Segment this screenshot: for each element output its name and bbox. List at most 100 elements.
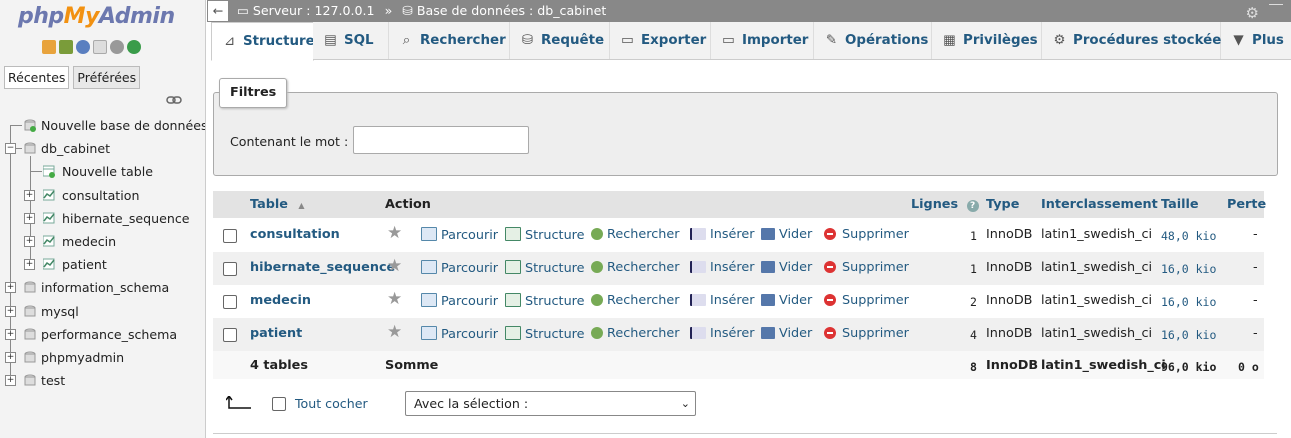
help-icon[interactable]: ? [966,200,979,212]
tab-structure[interactable]: ⊿ Structure [211,22,315,61]
favorite-star-icon[interactable]: ★ [387,223,402,243]
tab-more[interactable]: ▼ Plus [1221,22,1291,59]
empty-action[interactable]: Vider [761,293,812,308]
col-size[interactable]: Taille [1161,197,1199,212]
table-name-link[interactable]: medecin [250,293,311,308]
row-checkbox[interactable] [223,262,237,276]
search-icon [591,228,603,240]
expand-icon[interactable]: + [5,375,16,387]
privileges-icon: ▦ [943,33,956,48]
phpmyadmin-logo[interactable]: phpMyAdmin [18,4,175,29]
tree-new-database[interactable]: Nouvelle base de données [0,114,205,137]
tab-privileges[interactable]: ▦ Privilèges [932,22,1042,59]
search-action[interactable]: Rechercher [591,326,679,341]
tab-export[interactable]: ▭ Exporter [610,22,711,59]
logout-icon[interactable] [59,40,73,54]
collapse-top-icon[interactable]: ⎺ [1269,0,1283,22]
with-selected-select[interactable]: Avec la sélection : ⌄ [405,391,696,416]
expand-icon[interactable]: + [24,259,35,271]
drop-action[interactable]: Supprimer [824,326,909,341]
search-action[interactable]: Rechercher [591,227,679,242]
insert-action[interactable]: Insérer [690,227,755,242]
browse-action[interactable]: Parcourir [421,227,498,243]
browse-action[interactable]: Parcourir [421,260,498,276]
insert-icon [690,261,706,273]
table-name-link[interactable]: consultation [250,227,340,242]
table-icon [43,212,55,224]
empty-action[interactable]: Vider [761,260,812,275]
empty-action[interactable]: Vider [761,326,812,341]
check-all-checkbox[interactable] [272,397,286,411]
favorite-star-icon[interactable]: ★ [387,322,402,342]
breadcrumb-server[interactable]: Serveur : 127.0.0.1 [253,3,375,18]
expand-icon[interactable]: + [24,189,35,201]
drop-action[interactable]: Supprimer [824,260,909,275]
back-arrow-icon[interactable]: ← [207,0,229,22]
insert-action[interactable]: Insérer [690,260,755,275]
row-checkbox[interactable] [223,328,237,342]
insert-action[interactable]: Insérer [690,326,755,341]
expand-icon[interactable]: + [24,235,35,247]
expand-icon[interactable]: + [5,282,16,294]
check-all-label[interactable]: Tout cocher [295,396,368,411]
browse-action[interactable]: Parcourir [421,326,498,342]
help-icon[interactable] [76,40,90,54]
favorite-star-icon[interactable]: ★ [387,256,402,276]
structure-action[interactable]: Structure [505,260,585,276]
database-icon: ⛁ [402,3,413,18]
drop-action[interactable]: Supprimer [824,227,909,242]
tree-db-item[interactable]: + phpmyadmin [0,346,205,369]
search-icon [591,294,603,306]
row-checkbox[interactable] [223,295,237,309]
collapse-icon[interactable]: − [5,143,16,155]
link-icon[interactable] [166,95,182,105]
tab-import[interactable]: ▭ Importer [711,22,814,59]
expand-icon[interactable]: + [24,212,35,224]
tab-routines[interactable]: ⚙ Procédures stockées [1042,22,1229,59]
expand-icon[interactable]: + [5,328,16,340]
favorite-star-icon[interactable]: ★ [387,289,402,309]
expand-icon[interactable]: + [5,305,16,317]
tab-recent[interactable]: Récentes [4,66,70,89]
tab-operations[interactable]: ✎ Opérations [814,22,932,59]
tab-search[interactable]: ⌕ Rechercher [389,22,510,59]
expand-icon[interactable]: + [5,351,16,363]
insert-icon [690,228,706,240]
settings-icon[interactable] [110,40,124,54]
docs-icon[interactable] [93,40,107,54]
reload-icon[interactable] [127,40,141,54]
search-action[interactable]: Rechercher [591,293,679,308]
col-rows[interactable]: Lignes ? [911,197,979,212]
home-icon[interactable] [42,40,56,54]
col-type[interactable]: Type [986,197,1019,212]
tab-sql[interactable]: ▤ SQL [313,22,389,59]
structure-action[interactable]: Structure [505,227,585,243]
structure-action[interactable]: Structure [505,326,585,342]
structure-icon [505,326,521,340]
col-collation[interactable]: Interclassement [1041,197,1158,212]
col-table[interactable]: Table ▲ [250,197,305,212]
row-checkbox[interactable] [223,229,237,243]
tree-db-item[interactable]: + performance_schema [0,323,205,346]
empty-icon [761,294,775,306]
gear-icon[interactable]: ⚙ [1246,2,1259,24]
structure-action[interactable]: Structure [505,293,585,309]
empty-icon [761,228,775,240]
browse-action[interactable]: Parcourir [421,293,498,309]
empty-action[interactable]: Vider [761,227,812,242]
table-name-link[interactable]: hibernate_sequence [250,260,395,275]
insert-action[interactable]: Insérer [690,293,755,308]
table-name-link[interactable]: patient [250,326,302,341]
tab-favorites[interactable]: Préférées [73,66,141,89]
database-tree: Nouvelle base de données − db_cabinet No… [0,114,205,392]
tree-db-item[interactable]: + information_schema [0,276,205,299]
filter-input[interactable] [353,126,529,154]
breadcrumb-database[interactable]: Base de données : db_cabinet [417,3,606,18]
tab-query[interactable]: ⛁ Requête [510,22,610,59]
col-overhead[interactable]: Perte [1227,197,1266,212]
search-action[interactable]: Rechercher [591,260,679,275]
drop-action[interactable]: Supprimer [824,293,909,308]
tree-db-item[interactable]: + mysql [0,300,205,323]
tree-table-item[interactable]: + patient [0,249,205,276]
tree-db-item[interactable]: + test [0,369,205,392]
